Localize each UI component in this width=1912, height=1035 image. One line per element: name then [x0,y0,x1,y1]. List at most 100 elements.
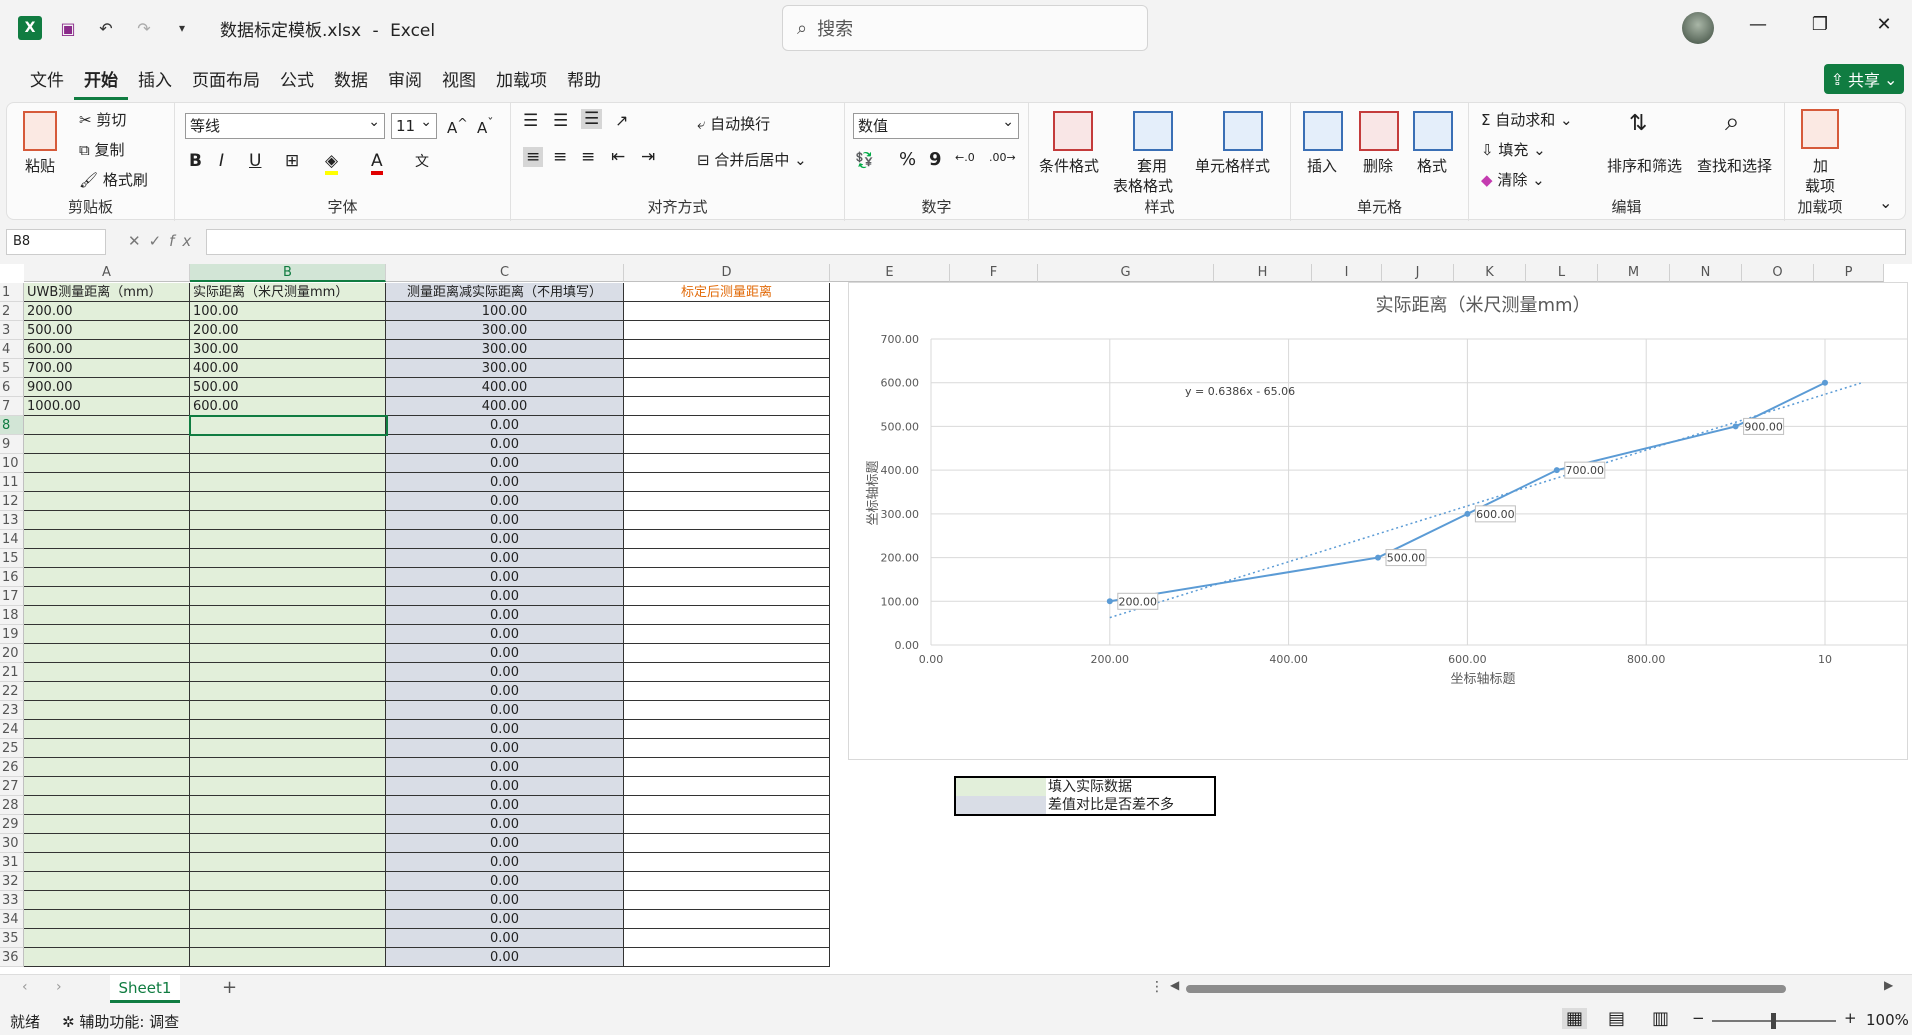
cell-d36[interactable] [624,948,830,967]
column-header-a[interactable]: A [24,264,190,282]
tab-help[interactable]: 帮助 [557,62,611,100]
cell-b30[interactable] [190,834,386,853]
cell-b3[interactable]: 200.00 [190,321,386,340]
cell-d3[interactable] [624,321,830,340]
shrink-font-icon[interactable]: Aˇ [477,115,494,137]
cell-b28[interactable] [190,796,386,815]
column-header-b[interactable]: B [190,264,386,282]
cell-a31[interactable] [24,853,190,872]
cell-a34[interactable] [24,910,190,929]
cell-c26[interactable]: 0.00 [386,758,624,777]
cell-b11[interactable] [190,473,386,492]
cell-b16[interactable] [190,568,386,587]
cell-a2[interactable]: 200.00 [24,302,190,321]
cell-c20[interactable]: 0.00 [386,644,624,663]
tab-insert[interactable]: 插入 [128,62,182,100]
cell-d33[interactable] [624,891,830,910]
italic-button[interactable]: I [219,151,224,171]
cell-c30[interactable]: 0.00 [386,834,624,853]
restore-icon[interactable]: ❐ [1808,14,1832,35]
copy-button[interactable]: ⧉ 复制 [79,139,125,160]
cell-a23[interactable] [24,701,190,720]
format-as-table-button[interactable]: 套用 [1137,155,1167,176]
cell-b1[interactable]: 实际距离（米尺测量mm） [190,283,386,302]
column-header-f[interactable]: F [950,264,1038,282]
zoom-out-icon[interactable]: − [1692,1009,1705,1027]
cell-styles-button[interactable]: 单元格样式 [1195,155,1270,176]
row-header[interactable]: 30 [0,834,24,853]
zoom-slider-thumb[interactable] [1771,1013,1776,1029]
cell-d14[interactable] [624,530,830,549]
cell-c18[interactable]: 0.00 [386,606,624,625]
row-header[interactable]: 34 [0,910,24,929]
cell-b31[interactable] [190,853,386,872]
cell-d11[interactable] [624,473,830,492]
row-header[interactable]: 17 [0,587,24,606]
scatter-chart[interactable]: 0.00 100.00 200.00 300.00 400.00 500.00 600.00… [848,282,1908,760]
align-right-icon[interactable]: ≡ [581,147,595,167]
add-sheet-icon[interactable]: + [222,977,237,998]
cell-d22[interactable] [624,682,830,701]
row-header[interactable]: 24 [0,720,24,739]
align-top-icon[interactable]: ☰ [523,111,538,131]
cell-d15[interactable] [624,549,830,568]
increase-indent-icon[interactable]: ⇥ [641,147,655,167]
name-box[interactable]: B8 [6,229,106,255]
cell-c31[interactable]: 0.00 [386,853,624,872]
enter-icon[interactable]: ✓ [149,232,170,250]
cell-a4[interactable]: 600.00 [24,340,190,359]
cell-b25[interactable] [190,739,386,758]
column-header-l[interactable]: L [1526,264,1598,282]
sheet-tab-sheet1[interactable]: Sheet1 [110,975,180,1003]
cell-d35[interactable] [624,929,830,948]
addins-button[interactable]: 加 [1813,155,1828,176]
align-middle-icon[interactable]: ☰ [553,111,568,131]
tab-data[interactable]: 数据 [324,62,378,100]
row-header[interactable]: 13 [0,511,24,530]
page-break-view-icon[interactable]: ▥ [1652,1008,1669,1029]
row-header[interactable]: 6 [0,378,24,397]
cell-d27[interactable] [624,777,830,796]
cell-b5[interactable]: 400.00 [190,359,386,378]
row-header[interactable]: 29 [0,815,24,834]
cell-c22[interactable]: 0.00 [386,682,624,701]
cell-c3[interactable]: 300.00 [386,321,624,340]
font-name-select[interactable]: 等线 [185,110,385,139]
cell-d25[interactable] [624,739,830,758]
row-header[interactable]: 36 [0,948,24,967]
cell-c27[interactable]: 0.00 [386,777,624,796]
conditional-format-icon[interactable] [1053,111,1093,151]
cell-a21[interactable] [24,663,190,682]
cell-d18[interactable] [624,606,830,625]
fill-button[interactable]: ⇩ 填充 ⌄ [1481,139,1546,160]
cell-c6[interactable]: 400.00 [386,378,624,397]
cell-a26[interactable] [24,758,190,777]
row-header[interactable]: 11 [0,473,24,492]
fill-color-icon[interactable]: ◈ [325,151,339,175]
cell-b19[interactable] [190,625,386,644]
cell-a30[interactable] [24,834,190,853]
cell-styles-icon[interactable] [1223,111,1263,151]
cell-d28[interactable] [624,796,830,815]
cell-c7[interactable]: 400.00 [386,397,624,416]
cell-b29[interactable] [190,815,386,834]
zoom-in-icon[interactable]: + [1844,1009,1857,1027]
find-select-button[interactable]: 查找和选择 [1697,155,1772,176]
tab-page-layout[interactable]: 页面布局 [182,62,270,100]
row-header[interactable]: 4 [0,340,24,359]
row-header[interactable]: 9 [0,435,24,454]
cell-d6[interactable] [624,378,830,397]
row-header[interactable]: 2 [0,302,24,321]
column-header-k[interactable]: K [1454,264,1526,282]
prev-sheet-icon[interactable]: ‹ [22,979,28,995]
cell-b36[interactable] [190,948,386,967]
cell-c2[interactable]: 100.00 [386,302,624,321]
cut-button[interactable]: ✂ 剪切 [79,109,126,130]
number-format-select[interactable]: 数值 [853,110,1019,139]
row-header[interactable]: 27 [0,777,24,796]
cell-d21[interactable] [624,663,830,682]
cell-c35[interactable]: 0.00 [386,929,624,948]
cell-c17[interactable]: 0.00 [386,587,624,606]
cell-d7[interactable] [624,397,830,416]
cell-b24[interactable] [190,720,386,739]
